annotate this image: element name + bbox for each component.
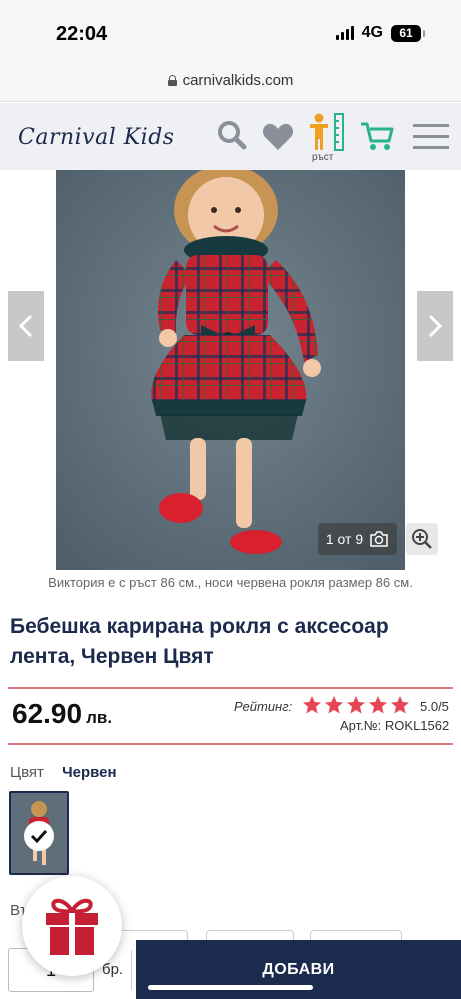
color-swatch-red[interactable] <box>9 791 69 875</box>
lock-icon <box>167 75 177 86</box>
price-currency: лв. <box>86 708 113 727</box>
gift-button[interactable] <box>22 876 122 976</box>
home-indicator <box>148 985 313 990</box>
status-time: 22:04 <box>56 23 108 45</box>
divider-bottom <box>8 743 453 745</box>
star-icon <box>369 696 387 714</box>
chevron-left-icon <box>18 314 33 338</box>
heart-icon[interactable] <box>262 123 294 156</box>
star-icon <box>325 696 343 714</box>
site-logo[interactable]: Carnival Kids <box>18 125 175 150</box>
rating-stars <box>302 695 410 715</box>
url-bar[interactable]: carnivalkids.com <box>0 60 461 102</box>
rating-label: Рейтинг: <box>234 699 293 714</box>
camera-icon <box>370 531 388 547</box>
star-icon <box>303 696 321 714</box>
article-number: Арт.№: ROKL1562 <box>340 718 450 733</box>
quantity-unit: бр. <box>102 961 124 978</box>
zoom-button[interactable] <box>406 523 438 555</box>
battery-icon: 61 <box>391 24 425 42</box>
image-caption: Виктория е с ръст 86 см., носи червена р… <box>48 575 413 590</box>
divider-top <box>8 687 453 689</box>
url-text: carnivalkids.com <box>182 72 294 89</box>
growth-chart-icon[interactable] <box>305 113 347 156</box>
gallery-next-button[interactable] <box>417 291 453 361</box>
star-icon <box>347 696 365 714</box>
site-header: Carnival Kids <box>0 103 461 170</box>
product-price: 62.90 лв. <box>12 698 112 730</box>
gallery-counter: 1 от 9 <box>318 523 397 555</box>
color-label: Цвят <box>10 764 44 781</box>
product-photo-illustration <box>56 170 405 570</box>
rating-value: 5.0/5 <box>420 699 449 714</box>
growth-label: ръст <box>312 152 334 163</box>
color-row: Цвят Червен <box>10 764 117 781</box>
cart-icon[interactable] <box>360 121 394 156</box>
signal-icon <box>335 26 354 40</box>
add-to-cart-button[interactable]: ДОБАВИ <box>136 940 461 999</box>
menu-icon[interactable] <box>413 123 449 156</box>
status-bar: 22:04 4G 61 <box>0 0 461 60</box>
zoom-in-icon <box>412 529 432 549</box>
status-indicators: 4G 61 <box>335 24 425 42</box>
chevron-right-icon <box>428 314 443 338</box>
purchase-divider <box>131 950 132 990</box>
battery-level: 61 <box>399 26 413 40</box>
gallery-prev-button[interactable] <box>8 291 44 361</box>
star-icon <box>391 696 409 714</box>
search-icon[interactable] <box>216 119 248 156</box>
product-photo[interactable] <box>56 170 405 570</box>
gift-icon <box>46 898 98 955</box>
price-value: 62.90 <box>12 698 83 729</box>
check-icon <box>24 821 54 851</box>
product-title: Бебешка карирана рокля с аксесоар лента,… <box>10 615 389 668</box>
gallery-counter-text: 1 от 9 <box>325 531 364 547</box>
color-value: Червен <box>62 764 117 781</box>
network-type: 4G <box>361 24 383 41</box>
